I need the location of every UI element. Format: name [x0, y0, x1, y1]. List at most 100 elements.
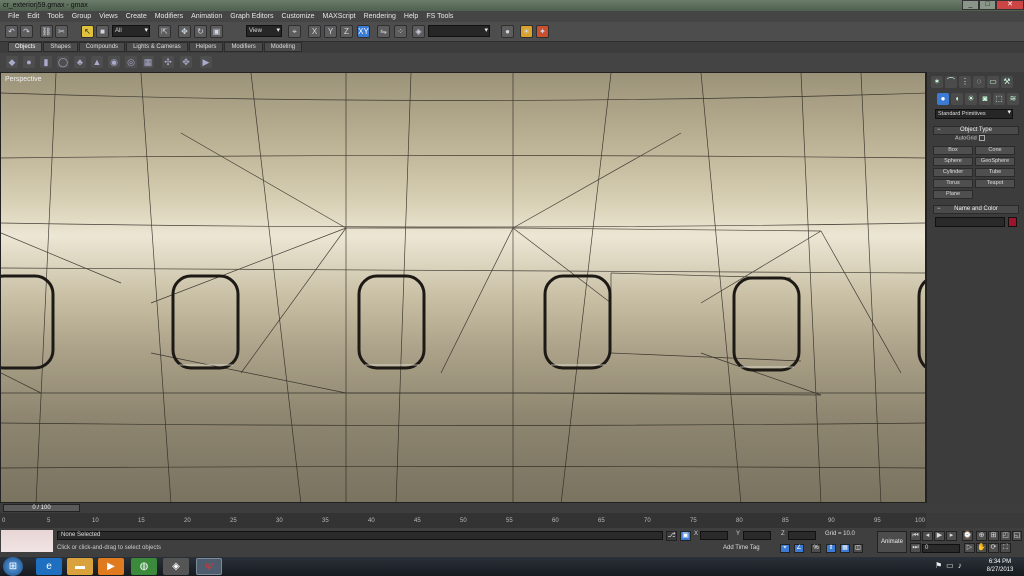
hierarchy-tab-icon[interactable]: ⋮ — [959, 76, 971, 88]
tab-objects[interactable]: Objects — [8, 42, 43, 52]
maximize-viewport-icon[interactable]: ⛶ — [1000, 543, 1011, 553]
menu-customize[interactable]: Customize — [277, 11, 318, 22]
motion-tab-icon[interactable]: ◌ — [973, 76, 985, 88]
field-of-view-icon[interactable]: ▷ — [964, 543, 975, 553]
absolute-mode-icon[interactable]: ▣ — [680, 531, 691, 541]
tab-modeling[interactable]: Modeling — [263, 42, 303, 52]
geometry-icon[interactable]: ● — [937, 93, 949, 105]
x-coordinate-field[interactable] — [700, 531, 728, 540]
utilities-tab-icon[interactable]: ⚒ — [1001, 76, 1013, 88]
object-name-field[interactable] — [935, 217, 1005, 227]
lock-selection-icon[interactable]: ⎇ — [666, 531, 677, 541]
box-icon[interactable]: ◆ — [6, 56, 18, 68]
axis-z-icon[interactable]: Z — [340, 25, 353, 38]
material-editor-icon[interactable]: ● — [501, 25, 514, 38]
key-mode-icon[interactable]: ⏭ — [910, 543, 921, 553]
object-type-rollout[interactable]: Object Type — [933, 126, 1019, 135]
cylinder-icon[interactable]: ▮ — [40, 56, 52, 68]
monitor-icon[interactable]: ▭ — [946, 561, 954, 570]
axis-x-icon[interactable]: X — [308, 25, 321, 38]
camera-icon[interactable]: ▶ — [200, 56, 212, 68]
z-coordinate-field[interactable] — [788, 531, 816, 540]
primitive-category-dropdown[interactable]: Standard Primitives — [935, 109, 1013, 119]
menu-graph-editors[interactable]: Graph Editors — [226, 11, 277, 22]
time-config-icon[interactable]: ⌚ — [962, 531, 973, 541]
modify-tab-icon[interactable]: ⌒ — [945, 76, 957, 88]
menu-edit[interactable]: Edit — [23, 11, 43, 22]
pan-icon[interactable]: ✋ — [976, 543, 987, 553]
axis-y-icon[interactable]: Y — [324, 25, 337, 38]
cone-button[interactable]: Cone — [975, 146, 1015, 155]
current-frame-field[interactable]: 0 — [922, 544, 960, 553]
select-by-name-icon[interactable]: ⇱ — [158, 25, 171, 38]
next-frame-icon[interactable]: ▸ — [946, 531, 957, 541]
reference-coord-dropdown[interactable]: View — [246, 25, 282, 37]
chrome-icon[interactable]: ◍ — [131, 558, 157, 575]
maximize-button[interactable]: □ — [979, 0, 996, 10]
lights-icon[interactable]: ☀ — [965, 93, 977, 105]
menu-rendering[interactable]: Rendering — [360, 11, 400, 22]
helpers-icon[interactable]: ⬚ — [993, 93, 1005, 105]
menu-tools[interactable]: Tools — [43, 11, 67, 22]
pivot-icon[interactable]: ⌖ — [288, 25, 301, 38]
tube-icon[interactable]: ◎ — [125, 56, 137, 68]
tab-shapes[interactable]: Shapes — [43, 42, 78, 52]
select-object-icon[interactable]: ↖ — [81, 25, 94, 38]
torus-icon[interactable]: ◯ — [57, 56, 69, 68]
redo-icon[interactable]: ↷ — [20, 25, 33, 38]
spacewarp-icon[interactable]: ✥ — [180, 56, 192, 68]
prev-frame-icon[interactable]: ◂ — [922, 531, 933, 541]
menu-modifiers[interactable]: Modifiers — [151, 11, 187, 22]
plane-icon[interactable]: ▦ — [142, 56, 154, 68]
viewport-label[interactable]: Perspective — [5, 76, 42, 83]
minimize-button[interactable]: _ — [962, 0, 979, 10]
menu-maxscript[interactable]: MAXScript — [319, 11, 360, 22]
gmax-taskbar-icon[interactable]: Ψ — [196, 558, 222, 575]
tab-lights-cameras[interactable]: Lights & Cameras — [126, 42, 188, 52]
flag-icon[interactable]: ⚑ — [935, 561, 942, 570]
volume-icon[interactable]: ♪ — [958, 561, 962, 570]
tab-modifiers[interactable]: Modifiers — [224, 42, 263, 52]
undo-icon[interactable]: ↶ — [5, 25, 18, 38]
goto-start-icon[interactable]: ⏮ — [910, 531, 921, 541]
create-tab-icon[interactable]: ✶ — [931, 76, 943, 88]
snap-toggle-icon[interactable]: ⌖ — [780, 544, 790, 553]
spacewarps-icon[interactable]: ≋ — [1007, 93, 1019, 105]
display-tab-icon[interactable]: ▭ — [987, 76, 999, 88]
plane-button[interactable]: Plane — [933, 190, 973, 199]
media-player-icon[interactable]: ▶ — [98, 558, 124, 575]
geosphere-icon[interactable]: ◉ — [108, 56, 120, 68]
arc-rotate-icon[interactable]: ⟳ — [988, 543, 999, 553]
spinner-snap-icon[interactable]: ⇕ — [826, 544, 836, 553]
tab-compounds[interactable]: Compounds — [78, 42, 126, 52]
zoom-extents-icon[interactable]: ◰ — [1000, 531, 1011, 541]
perspective-viewport[interactable]: Perspective — [0, 72, 926, 503]
mirror-icon[interactable]: ⇋ — [377, 25, 390, 38]
clock[interactable]: 6:34 PM 8/27/2013 — [980, 558, 1020, 574]
select-link-icon[interactable]: ⛓ — [40, 25, 53, 38]
named-selection-dropdown[interactable] — [428, 25, 490, 37]
teapot-icon[interactable]: ♣ — [74, 56, 86, 68]
menu-fs-tools[interactable]: FS Tools — [422, 11, 457, 22]
app-icon[interactable]: ◈ — [163, 558, 189, 575]
selection-filter-dropdown[interactable]: All — [112, 25, 150, 37]
menu-create[interactable]: Create — [122, 11, 151, 22]
window-crossing-icon[interactable]: ▦ — [840, 544, 850, 553]
name-color-rollout[interactable]: Name and Color — [933, 205, 1019, 214]
unlink-icon[interactable]: ✂ — [55, 25, 68, 38]
time-slider[interactable]: 0 / 100 — [3, 504, 80, 512]
maxscript-listener[interactable] — [1, 530, 53, 552]
menu-animation[interactable]: Animation — [187, 11, 226, 22]
menu-help[interactable]: Help — [400, 11, 422, 22]
box-button[interactable]: Box — [933, 146, 973, 155]
torus-button[interactable]: Torus — [933, 179, 973, 188]
animate-button[interactable]: Animate — [877, 531, 907, 553]
array-icon[interactable]: ⁘ — [394, 25, 407, 38]
angle-snap-icon[interactable]: ∠ — [794, 544, 804, 553]
cameras-icon[interactable]: ◙ — [979, 93, 991, 105]
close-button[interactable]: ✕ — [996, 0, 1024, 10]
autogrid-checkbox[interactable]: AutoGrid — [955, 135, 985, 141]
sphere-button[interactable]: Sphere — [933, 157, 973, 166]
sphere-icon[interactable]: ● — [23, 56, 35, 68]
file-explorer-icon[interactable]: ▬ — [67, 558, 93, 575]
